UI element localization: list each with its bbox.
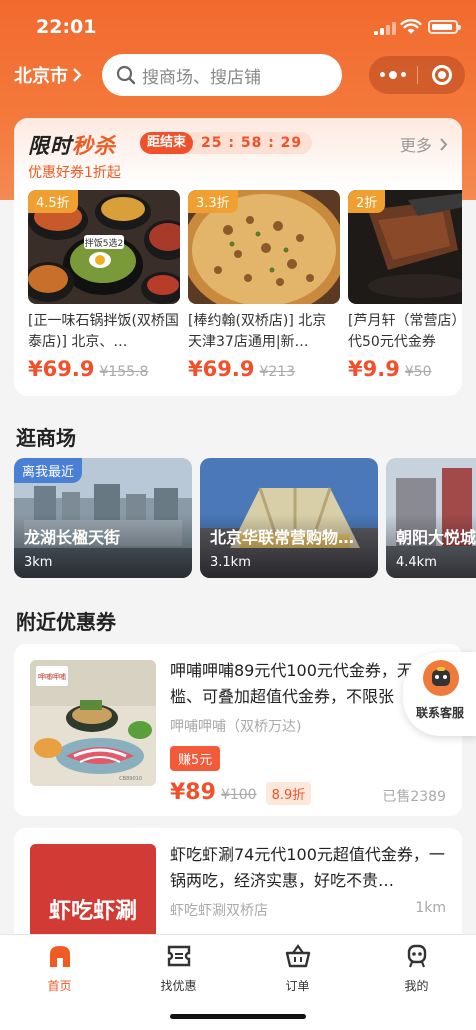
profile-icon xyxy=(407,944,426,968)
wifi-icon xyxy=(400,19,422,34)
mini-program-capsule xyxy=(369,56,465,94)
mall-card[interactable]: 朝阳大悦城 4.4km xyxy=(386,458,476,578)
image-label: 拌饭5选2 xyxy=(85,237,123,249)
flash-sale-item[interactable]: 拌饭5选2 4.5折 [正一味石锅拌饭(双桥国泰店)] 北京、… ¥69.9 ¥… xyxy=(28,190,180,381)
discount-tag: 3.3折 xyxy=(188,190,238,213)
price-original: ¥155.8 xyxy=(99,364,149,380)
product-price: ¥69.9 ¥155.8 xyxy=(28,357,180,381)
discount-tag: 2折 xyxy=(348,190,386,213)
mall-distance: 3.1km xyxy=(210,555,251,570)
tab-label: 我的 xyxy=(404,979,429,993)
tab-orders[interactable]: 订单 xyxy=(238,943,357,994)
mall-distance: 4.4km xyxy=(396,555,437,570)
flash-sale-item[interactable]: 3.3折 [棒约翰(双桥店)] 北京天津37店通用|新… ¥69.9 ¥213 xyxy=(188,190,340,381)
coupon-image: 虾吃虾涮 xyxy=(30,844,156,948)
signal-icon xyxy=(374,22,396,35)
malls-carousel[interactable]: 离我最近 龙湖长楹天街 3km 北京华联常营购物… 3.1km 朝阳大悦城 4.… xyxy=(14,458,476,578)
flash-sale-title: 限时秒杀 xyxy=(28,134,116,158)
malls-section-title: 逛商场 xyxy=(16,426,76,450)
tab-label: 首页 xyxy=(47,979,72,993)
tab-deals[interactable]: 找优惠 xyxy=(119,943,238,994)
coupon-image: 呷哺呷哺 CB89010 xyxy=(30,660,156,786)
discount-badge: 8.9折 xyxy=(265,782,312,805)
headset-icon xyxy=(423,660,459,696)
product-price: ¥69.9 ¥213 xyxy=(188,357,340,381)
tab-home[interactable]: 首页 xyxy=(0,943,119,994)
brand-logo-text: 呷哺呷哺 xyxy=(38,672,66,681)
price-original: ¥213 xyxy=(259,364,296,380)
mall-card[interactable]: 离我最近 龙湖长楹天街 3km xyxy=(14,458,192,578)
chevron-right-icon xyxy=(440,138,448,151)
coupon-icon xyxy=(167,945,190,967)
coupon-shop: 虾吃虾涮双桥店 xyxy=(170,903,268,919)
mall-name: 朝阳大悦城 xyxy=(396,528,476,547)
more-menu-button[interactable] xyxy=(369,70,417,79)
search-bar[interactable]: 搜商场、搜店铺 xyxy=(102,54,342,96)
product-image-pizza: 3.3折 xyxy=(188,190,340,304)
battery-icon xyxy=(428,20,461,34)
brand-logo-text: 虾吃虾涮 xyxy=(49,898,137,924)
flash-sale-subtitle: 优惠好券1折起 xyxy=(28,165,121,181)
chevron-right-icon xyxy=(73,68,82,82)
coupons-section-title: 附近优惠券 xyxy=(16,610,116,634)
coupon-price: ¥89 ¥100 8.9折 xyxy=(170,780,312,805)
product-price: ¥9.9 ¥50 xyxy=(348,357,462,381)
sold-count: 已售2389 xyxy=(382,789,446,805)
price-now: ¥69.9 xyxy=(28,357,95,381)
price-now: ¥9.9 xyxy=(348,357,400,381)
coupon-title: 虾吃虾涮74元代100元超值代金券，一锅两吃，经济实惠，好吃不贵… xyxy=(170,845,445,890)
price-now: ¥89 xyxy=(170,780,216,805)
price-original: ¥50 xyxy=(404,364,432,380)
top-bar: 北京市 搜商场、搜店铺 xyxy=(0,52,476,98)
target-icon xyxy=(431,65,452,85)
discount-tag: 4.5折 xyxy=(28,190,78,213)
product-image-bibimbap: 拌饭5选2 4.5折 xyxy=(28,190,180,304)
customer-service-button[interactable]: 联系客服 xyxy=(403,652,476,736)
tab-profile[interactable]: 我的 xyxy=(357,943,476,994)
flash-sale-more-link[interactable]: 更多 xyxy=(400,132,448,156)
price-now: ¥69.9 xyxy=(188,357,255,381)
mall-card[interactable]: 北京华联常营购物… 3.1km xyxy=(200,458,378,578)
flash-sale-item[interactable]: 2折 [芦月轩（常营店）.9元代50元代金券 ¥9.9 ¥50 xyxy=(348,190,462,381)
flash-sale-items: 拌饭5选2 4.5折 [正一味石锅拌饭(双桥国泰店)] 北京、… ¥69.9 ¥… xyxy=(28,190,462,390)
home-indicator xyxy=(170,1014,306,1019)
tab-label: 找优惠 xyxy=(160,979,197,993)
countdown-timer: 距结束 25 : 58 : 29 xyxy=(140,132,313,154)
coupon-shop: 呷哺呷哺（双桥万达) xyxy=(170,719,302,735)
mall-name: 龙湖长楹天街 xyxy=(24,528,121,547)
countdown-label: 距结束 xyxy=(140,132,194,154)
coupon-card[interactable]: 呷哺呷哺 CB89010 呷哺呷哺89元代100元代金券，无门槛、可叠加超值代金… xyxy=(14,644,462,816)
mall-name: 北京华联常营购物… xyxy=(210,528,355,547)
tab-label: 订单 xyxy=(285,979,310,993)
image-code-text: CB89010 xyxy=(119,776,142,782)
customer-service-label: 联系客服 xyxy=(415,706,464,720)
coupon-distance: 1km xyxy=(415,900,446,916)
basket-icon xyxy=(285,944,310,968)
earn-badge: 赚5元 xyxy=(170,746,221,771)
nearest-badge: 离我最近 xyxy=(14,458,83,483)
search-icon xyxy=(116,65,136,85)
mall-distance: 3km xyxy=(24,555,53,570)
product-image-meat: 2折 xyxy=(348,190,462,304)
countdown-value: 25 : 58 : 29 xyxy=(201,135,303,151)
product-name: [棒约翰(双桥店)] 北京天津37店通用|新… xyxy=(188,313,327,350)
city-selector[interactable]: 北京市 xyxy=(14,62,82,88)
search-placeholder: 搜商场、搜店铺 xyxy=(142,67,261,88)
product-name: [芦月轩（常营店）.9元代50元代金券 xyxy=(348,313,462,350)
coupon-card[interactable]: 虾吃虾涮 虾吃虾涮74元代100元超值代金券，一锅两吃，经济实惠，好吃不贵… 虾… xyxy=(14,828,462,948)
home-icon xyxy=(49,946,70,967)
status-bar: 22:01 xyxy=(0,0,476,56)
product-name: [正一味石锅拌饭(双桥国泰店)] 北京、… xyxy=(28,313,179,350)
city-name: 北京市 xyxy=(14,66,68,87)
close-miniprogram-button[interactable] xyxy=(418,65,465,85)
price-original: ¥100 xyxy=(220,787,257,803)
status-time: 22:01 xyxy=(36,16,97,38)
flash-sale-card: 限时秒杀 距结束 25 : 58 : 29 更多 优惠好券1折起 拌饭5选2 4… xyxy=(14,118,462,396)
